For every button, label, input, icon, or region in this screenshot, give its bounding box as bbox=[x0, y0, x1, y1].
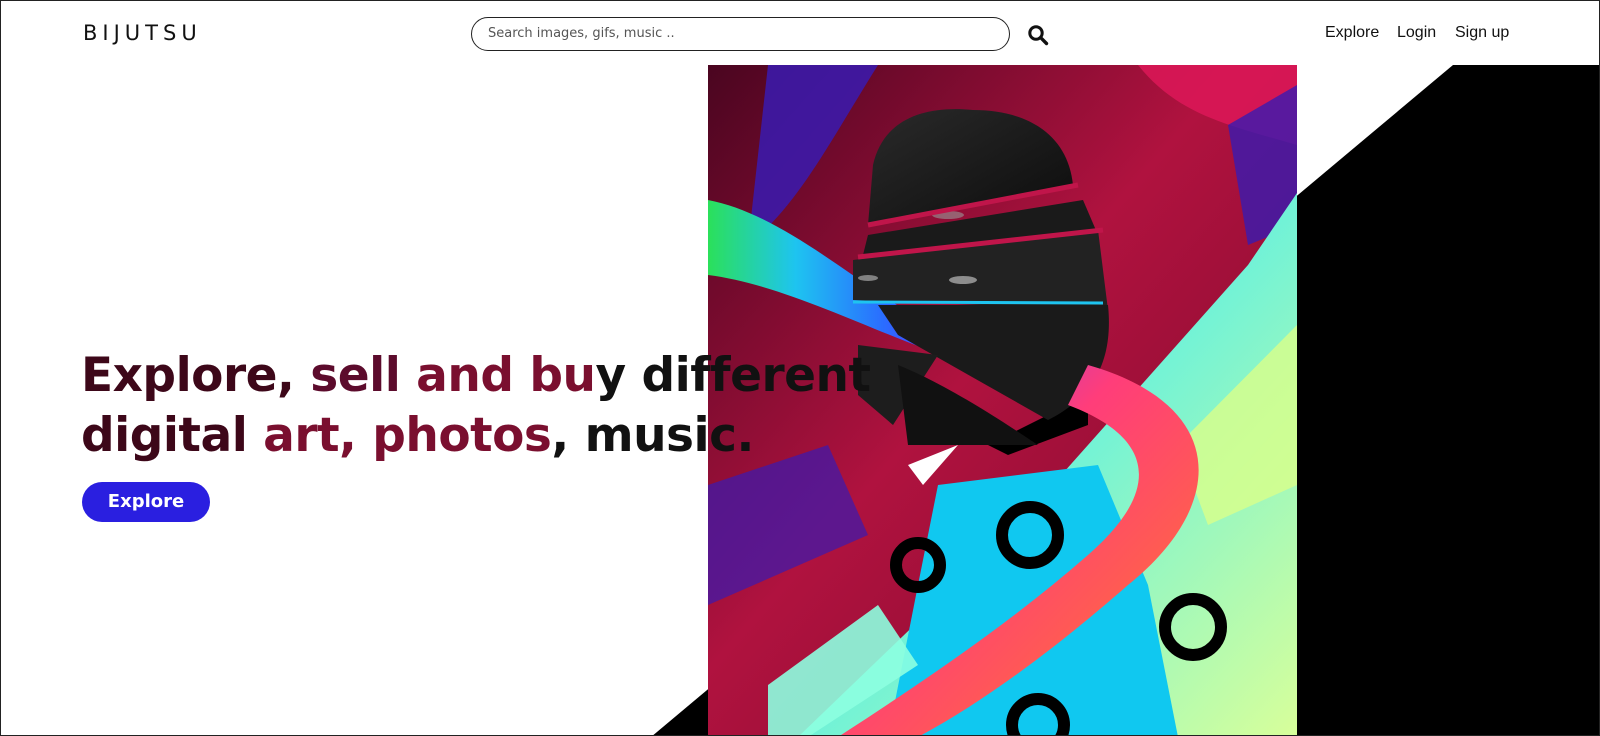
hero-headline: Explore, sell and buy different digital … bbox=[81, 346, 871, 466]
headline-word-and-buy: and bu bbox=[400, 348, 596, 403]
search-box bbox=[471, 17, 1010, 51]
hero-explore-button[interactable]: Explore bbox=[82, 482, 210, 522]
headline-word-art-photos: art, photos bbox=[247, 408, 552, 463]
page-frame: BIJUTSU Explore Login Sign up bbox=[0, 0, 1600, 736]
top-navbar: BIJUTSU Explore Login Sign up bbox=[1, 1, 1599, 65]
nav-login-link[interactable]: Login bbox=[1397, 24, 1436, 42]
headline-word-sell: sell bbox=[294, 348, 401, 403]
headline-word-music: , music. bbox=[551, 408, 754, 463]
nav-explore-link[interactable]: Explore bbox=[1325, 24, 1379, 42]
search-icon[interactable] bbox=[1026, 23, 1050, 47]
headline-line-1: Explore, sell and buy different bbox=[81, 346, 871, 406]
nav-signup-link[interactable]: Sign up bbox=[1455, 24, 1509, 42]
headline-line-2: digital art, photos, music. bbox=[81, 406, 870, 466]
headline-word-explore: Explore, bbox=[81, 348, 295, 403]
search-input[interactable] bbox=[488, 18, 988, 49]
headline-word-digital: digital bbox=[81, 408, 248, 463]
brand-logo[interactable]: BIJUTSU bbox=[83, 21, 202, 45]
headline-word-different: y different bbox=[595, 348, 871, 403]
